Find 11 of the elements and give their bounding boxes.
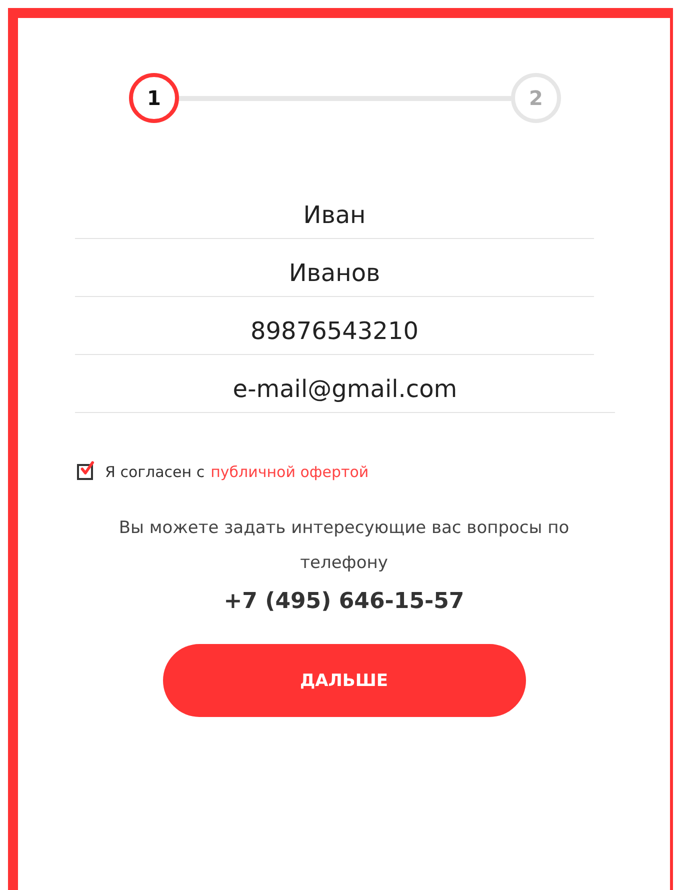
input-field[interactable]: Иванов [75, 251, 594, 297]
agreement-label: Я согласен с [105, 463, 205, 481]
next-button[interactable]: ДАЛЬШЕ [162, 644, 526, 717]
input-field[interactable]: e-mail@gmail.com [75, 367, 615, 413]
checkbox[interactable] [77, 464, 93, 480]
step-indicator: 2 [511, 73, 561, 123]
input-field[interactable]: Иван [75, 193, 594, 239]
step-indicator: 1 [129, 73, 179, 123]
input-field[interactable]: 89876543210 [75, 309, 594, 355]
info-text: Вы можете задать интересующие вас вопросы по телефону [118, 517, 570, 575]
phone-number: +7 (495) 646-15-57 [222, 589, 466, 614]
